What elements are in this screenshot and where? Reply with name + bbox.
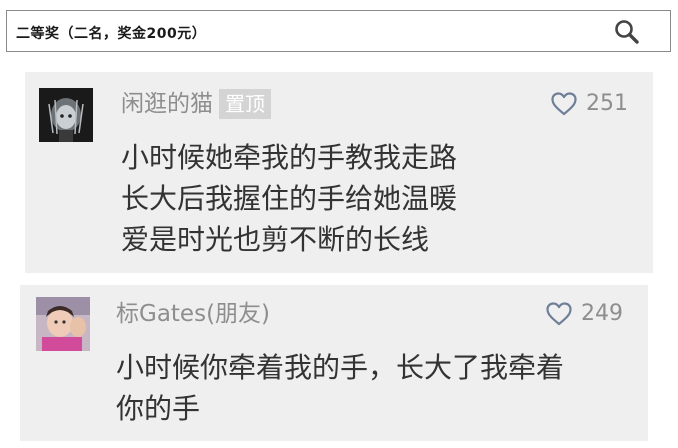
- comment-line: 小时候你牵着我的手，长大了我牵着: [116, 351, 565, 384]
- user-row: 闲逛的猫 置顶: [121, 89, 271, 119]
- avatar[interactable]: [39, 88, 93, 142]
- like-button[interactable]: 251: [551, 89, 628, 119]
- username[interactable]: 标Gates(朋友): [116, 299, 270, 329]
- comment-line: 你的手: [116, 392, 201, 425]
- like-count: 249: [581, 301, 623, 326]
- like-button[interactable]: 249: [546, 299, 623, 329]
- comment-line: 小时候她牵我的手教我走路: [121, 141, 458, 174]
- comment-line: 爱是时光也剪不断的长线: [121, 223, 430, 256]
- comment-card: 闲逛的猫 置顶 251 小时候她牵我的手教我走路 长大后我握住的手给她温暖 爱是…: [25, 72, 653, 273]
- heart-icon[interactable]: [551, 92, 577, 116]
- comment-text: 小时候她牵我的手教我走路 长大后我握住的手给她温暖 爱是时光也剪不断的长线: [121, 137, 457, 260]
- pinned-badge: 置顶: [219, 89, 271, 119]
- comment-line: 长大后我握住的手给她温暖: [121, 182, 458, 215]
- search-bar[interactable]: 二等奖（二名，奖金200元）: [6, 10, 671, 52]
- user-row: 标Gates(朋友): [116, 299, 270, 329]
- comment-text: 小时候你牵着我的手，长大了我牵着 你的手: [116, 347, 564, 429]
- avatar[interactable]: [36, 297, 90, 351]
- search-icon[interactable]: [614, 19, 640, 45]
- search-text: 二等奖（二名，奖金200元）: [16, 26, 207, 42]
- username[interactable]: 闲逛的猫: [121, 89, 213, 119]
- comment-card: 标Gates(朋友) 249 小时候你牵着我的手，长大了我牵着 你的手: [20, 285, 648, 441]
- like-count: 251: [586, 91, 628, 116]
- heart-icon[interactable]: [546, 302, 572, 326]
